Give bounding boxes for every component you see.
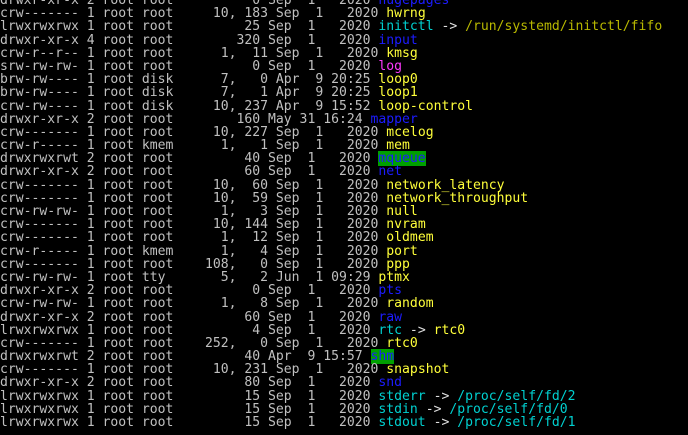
symlink-arrow: -> <box>433 19 466 35</box>
symlink-target: /run/systemd/initctl/fifo <box>465 19 663 35</box>
file-metadata: lrwxrwxrwx 1 root root 15 Sep 1 2020 <box>0 415 379 430</box>
symlink-arrow: -> <box>425 415 458 430</box>
symlink-target: rtc0 <box>433 322 466 338</box>
symlink-target: /proc/self/fd/1 <box>457 415 576 430</box>
terminal-line: lrwxrwxrwx 1 root root 15 Sep 1 2020 std… <box>0 416 688 429</box>
file-name: stdout <box>378 415 426 430</box>
terminal-window[interactable]: drwxr-xr-x 2 root root 0 Sep 1 2020 huge… <box>0 0 688 435</box>
